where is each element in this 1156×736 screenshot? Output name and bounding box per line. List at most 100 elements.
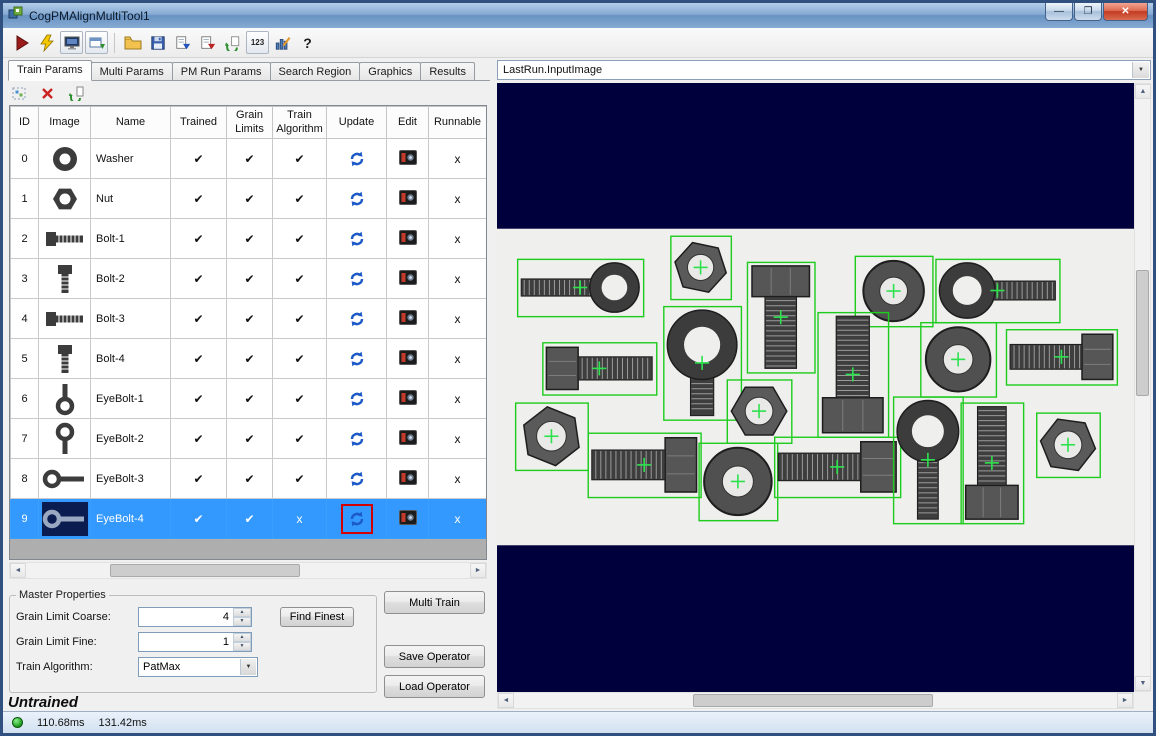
grain-limit-fine-input[interactable] bbox=[139, 633, 232, 651]
float-window-button[interactable] bbox=[85, 31, 108, 54]
edit-cell[interactable] bbox=[387, 339, 429, 379]
maximize-button[interactable]: ❐ bbox=[1074, 3, 1102, 21]
tab-graphics[interactable]: Graphics bbox=[359, 62, 421, 80]
run-button[interactable] bbox=[10, 31, 33, 54]
grid-scroll-thumb[interactable] bbox=[110, 564, 300, 577]
tab-search-region[interactable]: Search Region bbox=[270, 62, 361, 80]
close-button[interactable]: ✕ bbox=[1103, 3, 1148, 21]
grid-col-header[interactable]: Name bbox=[91, 107, 171, 139]
image-hscroll-thumb[interactable] bbox=[693, 694, 933, 707]
grain-limit-coarse-spinner[interactable]: ▲▼ bbox=[233, 608, 251, 626]
image-viewport[interactable] bbox=[497, 83, 1134, 692]
grain-limit-coarse-input[interactable] bbox=[139, 608, 232, 626]
grid-col-header[interactable]: Edit bbox=[387, 107, 429, 139]
grid-horizontal-scrollbar[interactable]: ◄ ► bbox=[9, 562, 487, 579]
find-finest-button[interactable]: Find Finest bbox=[280, 607, 354, 627]
grid-row-2[interactable]: 2Bolt-1✔✔✔x bbox=[11, 219, 487, 259]
grid-row-6[interactable]: 6EyeBolt-1✔✔✔x bbox=[11, 379, 487, 419]
import-pattern-button[interactable] bbox=[67, 85, 84, 102]
update-button[interactable] bbox=[341, 184, 373, 214]
load-operator-button[interactable]: Load Operator bbox=[384, 675, 485, 698]
scroll-left-arrow[interactable]: ◄ bbox=[10, 563, 26, 578]
update-cell[interactable] bbox=[327, 379, 387, 419]
edit-button[interactable] bbox=[399, 470, 417, 485]
open-button[interactable] bbox=[121, 31, 144, 54]
numeric-format-button[interactable]: 123 bbox=[246, 31, 269, 54]
scroll-down-arrow[interactable]: ▼ bbox=[1135, 676, 1151, 691]
grid-col-header[interactable]: ID bbox=[11, 107, 39, 139]
edit-button[interactable] bbox=[399, 150, 417, 165]
grid-row-4[interactable]: 4Bolt-3✔✔✔x bbox=[11, 299, 487, 339]
edit-button[interactable] bbox=[399, 190, 417, 205]
grid-row-1[interactable]: 1Nut✔✔✔x bbox=[11, 179, 487, 219]
tab-results[interactable]: Results bbox=[420, 62, 475, 80]
save-operator-button[interactable]: Save Operator bbox=[384, 645, 485, 668]
update-cell[interactable] bbox=[327, 419, 387, 459]
update-button[interactable] bbox=[341, 424, 373, 454]
edit-cell[interactable] bbox=[387, 259, 429, 299]
delete-pattern-button[interactable] bbox=[39, 85, 56, 102]
grid-col-header[interactable]: Trained bbox=[171, 107, 227, 139]
update-button[interactable] bbox=[341, 464, 373, 494]
save-button[interactable] bbox=[146, 31, 169, 54]
update-button[interactable] bbox=[341, 344, 373, 374]
grid-row-7[interactable]: 7EyeBolt-2✔✔✔x bbox=[11, 419, 487, 459]
tab-train-params[interactable]: Train Params bbox=[8, 60, 92, 81]
scroll-right-arrow[interactable]: ► bbox=[1117, 693, 1133, 708]
update-cell[interactable] bbox=[327, 219, 387, 259]
edit-cell[interactable] bbox=[387, 179, 429, 219]
grid-row-5[interactable]: 5Bolt-4✔✔✔x bbox=[11, 339, 487, 379]
help-button[interactable]: ? bbox=[296, 31, 319, 54]
edit-button[interactable] bbox=[399, 270, 417, 285]
grid-row-3[interactable]: 3Bolt-2✔✔✔x bbox=[11, 259, 487, 299]
multi-train-button[interactable]: Multi Train bbox=[384, 591, 485, 614]
edit-button[interactable] bbox=[399, 350, 417, 365]
edit-button[interactable] bbox=[399, 230, 417, 245]
update-cell[interactable] bbox=[327, 299, 387, 339]
update-cell[interactable] bbox=[327, 459, 387, 499]
edit-button[interactable] bbox=[399, 510, 417, 525]
update-cell[interactable] bbox=[327, 139, 387, 179]
edit-cell[interactable] bbox=[387, 219, 429, 259]
image-vscroll-thumb[interactable] bbox=[1136, 270, 1149, 396]
edit-cell[interactable] bbox=[387, 459, 429, 499]
image-horizontal-scrollbar[interactable]: ◄ ► bbox=[497, 692, 1134, 709]
update-button[interactable] bbox=[341, 144, 373, 174]
edit-cell[interactable] bbox=[387, 419, 429, 459]
update-button[interactable] bbox=[341, 224, 373, 254]
grid-col-header[interactable]: Grain Limits bbox=[227, 107, 273, 139]
scroll-left-arrow[interactable]: ◄ bbox=[498, 693, 514, 708]
update-cell[interactable] bbox=[327, 179, 387, 219]
copy-from-file-button[interactable] bbox=[171, 31, 194, 54]
grid-row-8[interactable]: 8EyeBolt-3✔✔✔x bbox=[11, 459, 487, 499]
profiler-button[interactable] bbox=[271, 31, 294, 54]
grid-row-9[interactable]: 9EyeBolt-4✔✔xx bbox=[11, 499, 487, 539]
edit-cell[interactable] bbox=[387, 299, 429, 339]
export-to-file-button[interactable] bbox=[196, 31, 219, 54]
grain-limit-fine-spinner[interactable]: ▲▼ bbox=[233, 633, 251, 651]
show-image-button[interactable] bbox=[60, 31, 83, 54]
tab-multi-params[interactable]: Multi Params bbox=[91, 62, 173, 80]
update-cell[interactable] bbox=[327, 259, 387, 299]
grid-col-header[interactable]: Runnable bbox=[429, 107, 487, 139]
tab-pm-run-params[interactable]: PM Run Params bbox=[172, 62, 271, 80]
minimize-button[interactable]: — bbox=[1045, 3, 1073, 21]
display-image-selector[interactable]: LastRun.InputImage ▼ bbox=[497, 60, 1151, 80]
new-pattern-button[interactable] bbox=[11, 85, 28, 102]
update-cell[interactable] bbox=[327, 499, 387, 539]
edit-cell[interactable] bbox=[387, 379, 429, 419]
edit-cell[interactable] bbox=[387, 139, 429, 179]
edit-button[interactable] bbox=[399, 430, 417, 445]
reset-button[interactable] bbox=[221, 31, 244, 54]
train-algorithm-select[interactable]: PatMax ▼ bbox=[138, 657, 258, 677]
grid-col-header[interactable]: Update bbox=[327, 107, 387, 139]
grid-col-header[interactable]: Image bbox=[39, 107, 91, 139]
electrode-run-button[interactable] bbox=[35, 31, 58, 54]
image-vertical-scrollbar[interactable]: ▲ ▼ bbox=[1134, 83, 1151, 692]
grid-col-header[interactable]: Train Algorithm bbox=[273, 107, 327, 139]
update-button[interactable] bbox=[341, 504, 373, 534]
update-button[interactable] bbox=[341, 384, 373, 414]
grid-row-0[interactable]: 0Washer✔✔✔x bbox=[11, 139, 487, 179]
update-button[interactable] bbox=[341, 304, 373, 334]
edit-button[interactable] bbox=[399, 310, 417, 325]
